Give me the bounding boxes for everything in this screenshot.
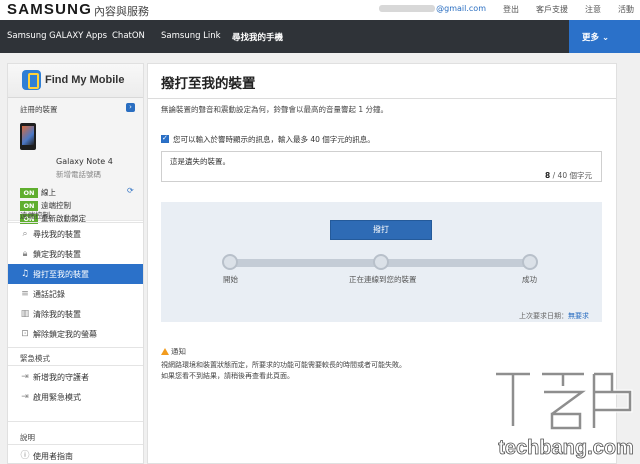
trash-icon: ▥ xyxy=(20,309,30,319)
menu-user-guide[interactable]: ⓘ 使用者指南 xyxy=(8,446,143,464)
divider xyxy=(8,421,143,422)
nav-samsung-link[interactable]: Samsung Link xyxy=(161,31,221,41)
find-my-mobile-icon xyxy=(22,70,41,90)
login-icon: ⇥ xyxy=(21,372,29,382)
message-checkbox-label: 您可以輸入於響時顯示的訊息，輸入最多 40 個字元的訊息。 xyxy=(173,135,375,144)
refresh-icon[interactable]: ⟳ xyxy=(127,187,135,195)
login-icon: ⇥ xyxy=(21,392,29,402)
message-input[interactable]: 這是遺失的裝置。 8 / 40 個字元 xyxy=(161,151,602,182)
warning-icon xyxy=(161,348,169,355)
app-title: Find My Mobile xyxy=(45,74,125,86)
progress-step-connecting xyxy=(373,254,389,270)
menu-unlock-screen[interactable]: ⊡ 解除鎖定我的螢幕 xyxy=(8,324,143,344)
menu-call-log[interactable]: ≡ 通話記錄 xyxy=(8,284,143,304)
page-title: 撥打至我的裝置 xyxy=(161,76,256,92)
info-icon: ⓘ xyxy=(20,451,30,461)
ring-button[interactable]: 撥打 xyxy=(330,220,432,240)
message-checkbox[interactable] xyxy=(161,134,169,143)
progress-step-start xyxy=(222,254,238,270)
lock-icon: 🔒︎ xyxy=(22,249,28,259)
status-badge: ON xyxy=(20,188,38,198)
stage-connecting-label: 正在連線到您的裝置 xyxy=(349,275,417,284)
notice-body: 視網路環境和裝置狀態而定，所要求的功能可能需要較長的時間或者可能失敗。 如果您看… xyxy=(161,361,406,380)
nav-galaxy-apps[interactable]: Samsung GALAXY Apps xyxy=(7,31,107,41)
message-text: 這是遺失的裝置。 xyxy=(170,157,230,166)
registered-devices-label: 註冊的裝置 xyxy=(20,105,58,114)
status-online: ON 線上 xyxy=(20,187,56,198)
divider xyxy=(8,222,143,223)
techbang-watermark: techbang.com xyxy=(496,371,634,459)
watermark-text: techbang.com xyxy=(498,437,634,459)
phone-icon xyxy=(20,123,36,150)
title-divider xyxy=(148,98,616,99)
more-button[interactable]: 更多 ⌄ xyxy=(569,20,640,53)
search-icon: ⌕ xyxy=(22,229,28,239)
divider xyxy=(8,365,143,366)
logout-link[interactable]: 登出 xyxy=(503,4,519,15)
divider xyxy=(8,347,143,348)
char-counter: 8 / 40 個字元 xyxy=(545,171,592,180)
support-link[interactable]: 客戶支援 xyxy=(536,4,568,15)
main-nav: Samsung GALAXY Apps ChatON Samsung Link … xyxy=(0,20,640,53)
music-note-icon: ♫ xyxy=(20,269,30,279)
account-links: @gmail.com 登出 客戶支援 注意 活動 xyxy=(379,4,634,15)
list-icon: ≡ xyxy=(21,289,29,299)
last-request: 上次要求日期：無要求 xyxy=(519,312,589,320)
email-redacted xyxy=(379,5,436,12)
notice-heading: 通知 xyxy=(161,346,186,357)
message-option[interactable]: 您可以輸入於響時顯示的訊息，輸入最多 40 個字元的訊息。 xyxy=(161,134,375,145)
sidebar: Find My Mobile 註冊的裝置 › Galaxy Note 4 新增電… xyxy=(7,63,144,464)
nav-find-my-mobile[interactable]: 尋找我的手機 xyxy=(232,31,283,43)
remote-control-heading: 遠端控制 xyxy=(20,211,50,220)
nav-chaton[interactable]: ChatON xyxy=(112,31,145,41)
account-email: @gmail.com xyxy=(379,4,486,15)
menu-lock-device[interactable]: 🔒︎ 鎖定我的裝置 xyxy=(8,244,143,264)
site-name: 內容與服務 xyxy=(94,5,149,18)
stage-success-label: 成功 xyxy=(522,275,537,284)
notice-link[interactable]: 注意 xyxy=(585,4,601,15)
app-header: Find My Mobile xyxy=(8,64,143,98)
menu-add-guardian[interactable]: ⇥ 新增我的守護者 xyxy=(8,367,143,387)
progress-step-success xyxy=(522,254,538,270)
ring-description: 無論裝置的聲音和震動設定為何，鈴聲會以最高的音量響起 1 分鐘。 xyxy=(161,105,389,114)
registered-device-section: 註冊的裝置 › Galaxy Note 4 新增電話號碼 ON 線上 ⟳ ON 遠端… xyxy=(8,98,143,224)
samsung-logo[interactable]: SAMSUNG xyxy=(7,1,92,18)
menu-ring-device[interactable]: ♫ 撥打至我的裝置 xyxy=(8,264,143,284)
menu-wipe-device[interactable]: ▥ 清除我的裝置 xyxy=(8,304,143,324)
emergency-heading: 緊急模式 xyxy=(20,354,50,363)
add-phone-number-link[interactable]: 新增電話號碼 xyxy=(56,169,101,180)
chevron-right-icon[interactable]: › xyxy=(126,103,135,112)
stage-start-label: 開始 xyxy=(223,275,238,284)
divider xyxy=(8,444,143,445)
menu-find-device[interactable]: ⌕ 尋找我的裝置 xyxy=(8,224,143,244)
events-link[interactable]: 活動 xyxy=(618,4,634,15)
unlock-icon: ⊡ xyxy=(21,329,29,339)
help-heading: 說明 xyxy=(20,433,35,442)
top-header: SAMSUNG 內容與服務 @gmail.com 登出 客戶支援 注意 活動 xyxy=(0,0,640,20)
device-name[interactable]: Galaxy Note 4 xyxy=(56,157,113,166)
ring-panel: 撥打 開始 正在連線到您的裝置 成功 上次要求日期：無要求 xyxy=(161,202,602,322)
menu-enable-emergency[interactable]: ⇥ 啟用緊急模式 xyxy=(8,387,143,407)
